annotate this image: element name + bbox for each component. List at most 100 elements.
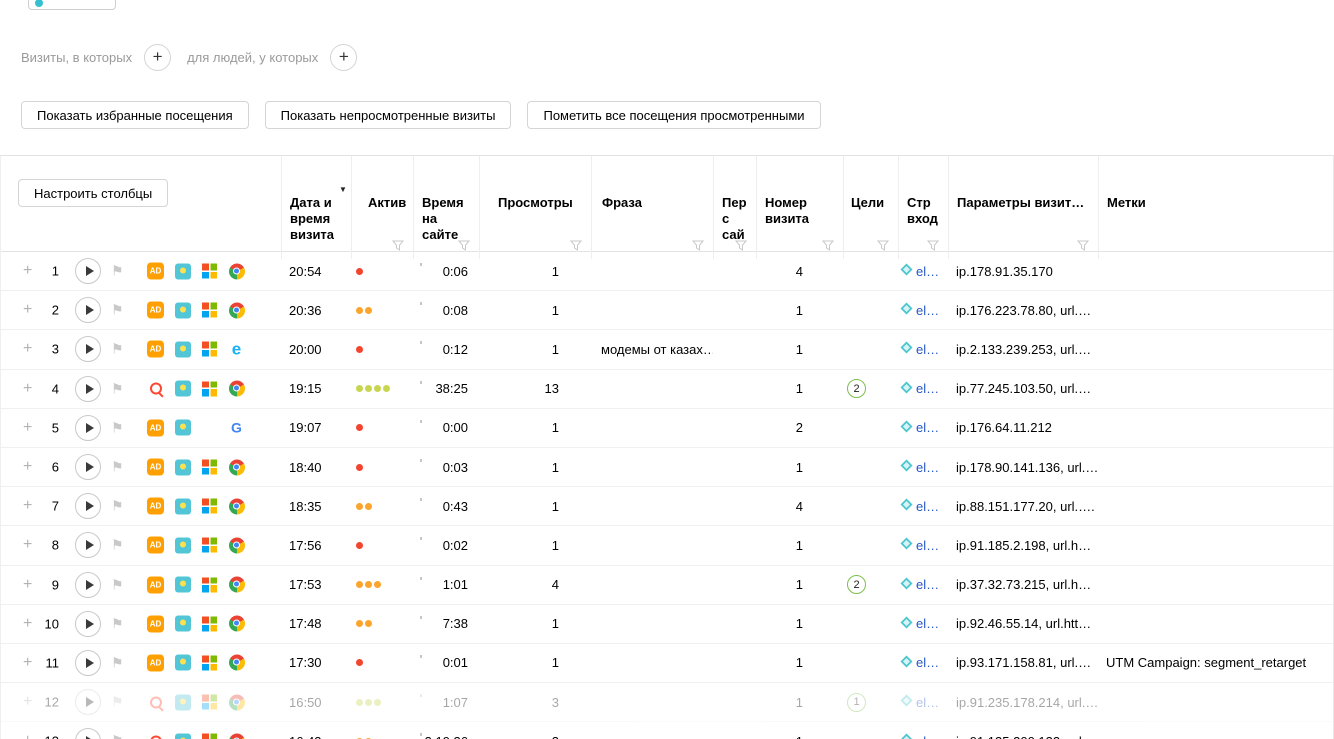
windows-badge-slot: [201, 341, 218, 358]
filter-funnel-icon[interactable]: [569, 239, 583, 251]
add-to-segment-icon[interactable]: +: [23, 419, 32, 436]
column-header-activity[interactable]: Актив: [351, 156, 413, 259]
entry-page-link[interactable]: el…: [916, 420, 939, 435]
cell-views: 1: [551, 420, 559, 436]
entry-page-link[interactable]: el…: [916, 303, 939, 318]
entry-page-link[interactable]: el…: [916, 381, 939, 396]
flag-icon[interactable]: ⚑: [111, 654, 124, 671]
play-visit-button[interactable]: [75, 414, 101, 441]
column-header-views[interactable]: Просмотры: [479, 156, 591, 259]
flag-icon[interactable]: ⚑: [111, 459, 124, 476]
flag-icon[interactable]: ⚑: [111, 615, 124, 632]
play-visit-button[interactable]: [75, 454, 101, 481]
filter-funnel-icon[interactable]: [821, 239, 835, 251]
add-to-segment-icon[interactable]: +: [23, 694, 32, 710]
add-to-segment-icon[interactable]: +: [23, 263, 32, 279]
flag-icon[interactable]: ⚑: [111, 498, 124, 515]
play-visit-button[interactable]: [75, 571, 101, 598]
flag-icon[interactable]: ⚑: [111, 419, 124, 436]
kz-badge-slot: [174, 302, 191, 319]
cell-activity: [351, 526, 413, 564]
ad-badge-slot: AD: [147, 536, 164, 554]
truncated-selector[interactable]: [28, 0, 116, 10]
entry-page-link[interactable]: el…: [916, 734, 939, 739]
cell-visit-params: ip.176.64.11.212: [956, 420, 1052, 436]
flag-icon[interactable]: ⚑: [111, 263, 124, 280]
add-visit-condition-button[interactable]: +: [144, 43, 172, 71]
show-unviewed-button[interactable]: Показать непросмотренные визиты: [264, 101, 512, 129]
flag-icon[interactable]: ⚑: [111, 694, 124, 711]
activity-dot: [365, 306, 372, 314]
add-to-segment-icon[interactable]: +: [23, 615, 32, 632]
filter-funnel-icon[interactable]: [926, 239, 940, 251]
entry-page-link[interactable]: el…: [916, 577, 939, 592]
show-favorites-button[interactable]: Показать избранные посещения: [21, 101, 249, 129]
play-icon: [85, 383, 94, 394]
column-header-visit-number[interactable]: Номер визита: [756, 156, 843, 259]
filter-funnel-icon[interactable]: [391, 239, 405, 251]
column-header-phrase[interactable]: Фраза: [591, 156, 713, 259]
cell-visit-params: ip.91.135.200.132, url.…: [948, 722, 1098, 739]
filter-funnel-icon[interactable]: [1076, 239, 1090, 251]
chrome-icon: [228, 733, 245, 739]
cell-duration: 3:19:26: [413, 722, 479, 739]
entry-page-link[interactable]: el…: [916, 655, 939, 670]
add-to-segment-icon[interactable]: +: [23, 537, 32, 553]
entry-page-link[interactable]: el…: [916, 499, 939, 514]
play-visit-button[interactable]: [75, 297, 101, 324]
flag-icon[interactable]: ⚑: [111, 733, 124, 739]
flag-icon[interactable]: ⚑: [111, 537, 124, 554]
play-visit-button[interactable]: [75, 336, 101, 363]
add-to-segment-icon[interactable]: +: [23, 733, 32, 739]
flag-icon[interactable]: ⚑: [111, 380, 124, 397]
entry-page-link[interactable]: el…: [916, 342, 939, 357]
add-to-segment-icon[interactable]: +: [23, 498, 32, 514]
cell-referrer: [713, 722, 756, 739]
entry-page-link[interactable]: el…: [916, 460, 939, 475]
filter-funnel-icon[interactable]: [876, 239, 890, 251]
filter-funnel-icon[interactable]: [734, 239, 748, 251]
add-to-segment-icon[interactable]: +: [23, 459, 32, 475]
entry-page-link[interactable]: el…: [916, 264, 939, 279]
visit-source-icons: AD: [147, 615, 245, 633]
windows-icon: [202, 459, 217, 475]
column-header-visit-params[interactable]: Параметры визит…: [948, 156, 1098, 259]
play-visit-button[interactable]: [75, 258, 101, 285]
column-header-referrer[interactable]: Пер с сай: [713, 156, 756, 259]
play-visit-button[interactable]: [75, 689, 101, 716]
entry-page-link[interactable]: el…: [916, 616, 939, 631]
play-visit-button[interactable]: [75, 610, 101, 637]
entry-page-link[interactable]: el…: [916, 538, 939, 553]
play-visit-button[interactable]: [75, 375, 101, 402]
column-header-duration[interactable]: Время на сайте: [413, 156, 479, 259]
column-header-labels[interactable]: Метки: [1098, 156, 1333, 259]
ad-badge-slot: AD: [147, 576, 164, 594]
play-visit-button[interactable]: [75, 728, 101, 739]
flag-icon[interactable]: ⚑: [111, 576, 124, 593]
flag-icon[interactable]: ⚑: [111, 302, 124, 319]
flag-icon[interactable]: ⚑: [111, 341, 124, 358]
cell-goals: [843, 291, 898, 329]
cell-visit-number: 1: [795, 655, 803, 671]
activity-dot: [356, 267, 363, 275]
add-to-segment-icon[interactable]: +: [23, 302, 32, 318]
column-header-datetime[interactable]: Дата и время визита ▼: [281, 156, 351, 259]
configure-columns-button[interactable]: Настроить столбцы: [18, 179, 169, 207]
play-visit-button[interactable]: [75, 493, 101, 520]
filter-funnel-icon[interactable]: [457, 239, 471, 251]
filter-funnel-icon[interactable]: [691, 239, 705, 251]
play-visit-button[interactable]: [75, 532, 101, 559]
add-to-segment-icon[interactable]: +: [23, 380, 32, 397]
plus-icon: +: [338, 46, 349, 66]
column-header-entry-page[interactable]: Стр вход: [898, 156, 948, 259]
add-to-segment-icon[interactable]: +: [23, 341, 32, 357]
add-people-condition-button[interactable]: +: [330, 43, 358, 71]
play-visit-button[interactable]: [75, 649, 101, 676]
column-header-goals[interactable]: Цели: [843, 156, 898, 259]
ad-badge-slot: AD: [147, 458, 164, 476]
add-to-segment-icon[interactable]: +: [23, 576, 32, 593]
add-to-segment-icon[interactable]: +: [23, 654, 32, 671]
entry-page-link[interactable]: el…: [916, 695, 939, 710]
cell-labels: [1098, 526, 1333, 564]
mark-all-viewed-button[interactable]: Пометить все посещения просмотренными: [527, 101, 821, 129]
